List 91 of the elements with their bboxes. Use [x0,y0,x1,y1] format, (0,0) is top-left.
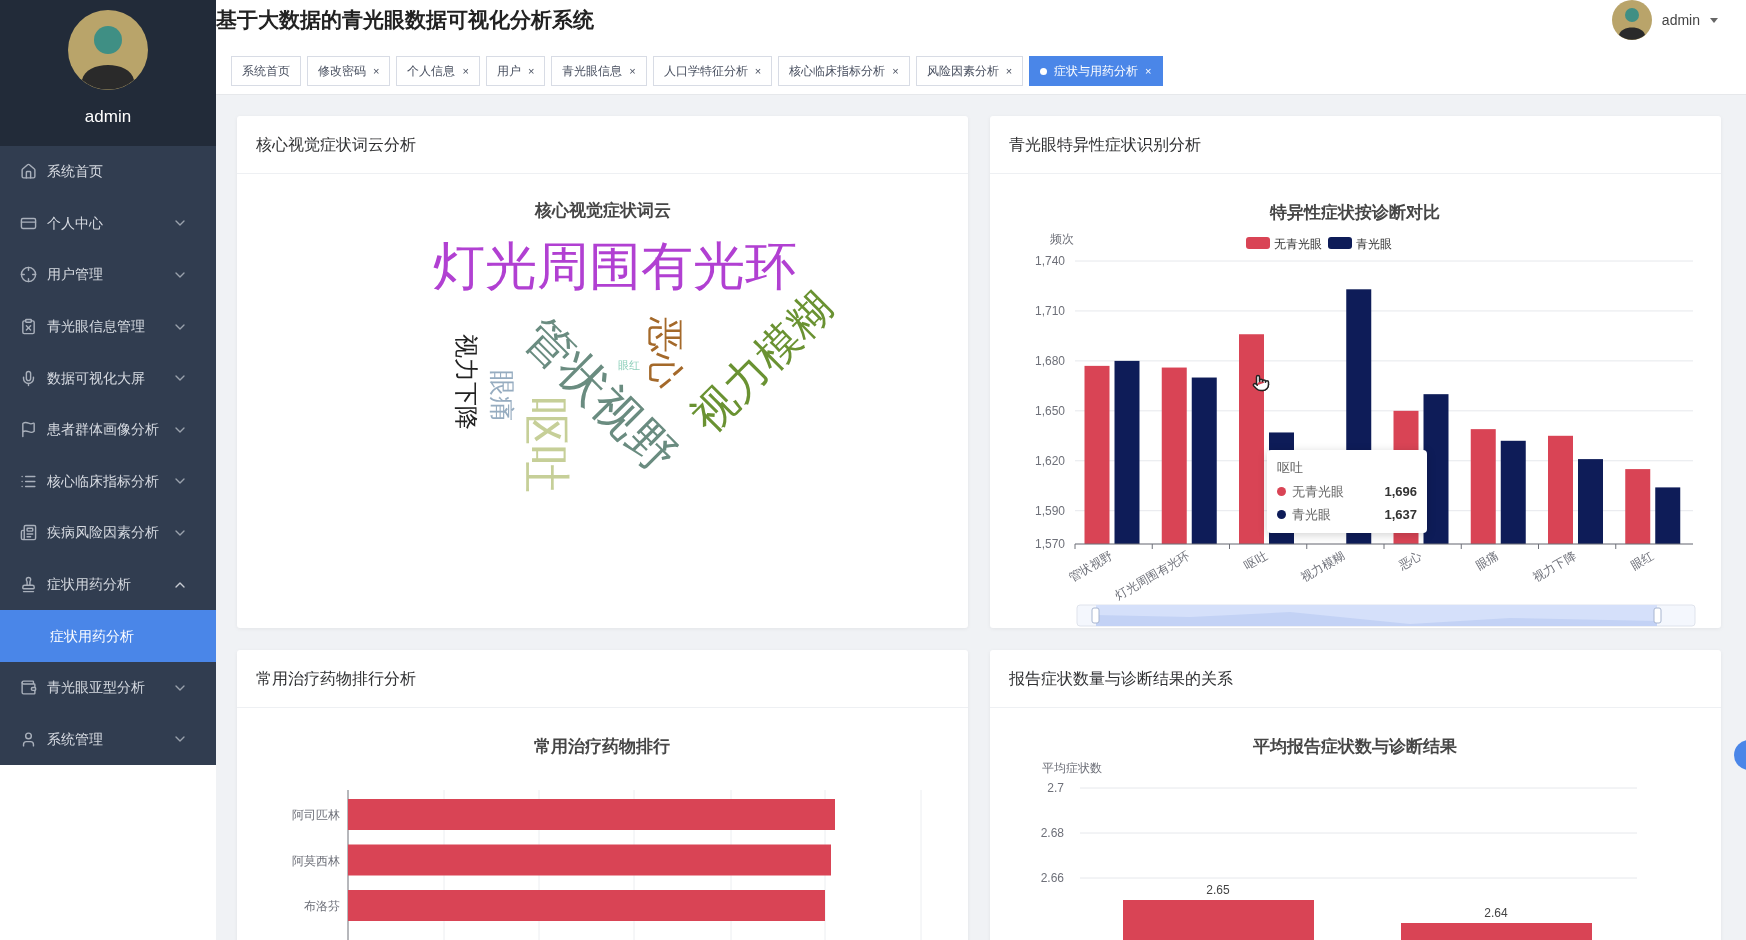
tooltip-value: 1,696 [1384,482,1417,501]
menu-item[interactable]: 青光眼信息管理 [0,300,216,353]
tab[interactable]: 系统首页 [231,56,301,86]
tab[interactable]: 人口学特征分析 × [652,56,773,86]
tab-close[interactable]: × [373,62,380,80]
tooltip-value: 1,637 [1384,506,1417,524]
user-icon [20,730,37,748]
tooltip-series: 青光眼 [1292,506,1332,524]
tab-close[interactable]: × [462,62,469,80]
cloud-word: 恶心 [647,317,683,389]
range-slider[interactable] [1076,604,1696,627]
axis-category-label: 视力模糊 [1298,548,1347,585]
legend-label: 无青光眼 [1274,237,1322,251]
tab-close[interactable]: × [892,62,899,80]
axis-tick-label: 1,680 [1034,353,1065,368]
clipboard-icon [20,318,37,336]
user-menu[interactable]: admin [1661,9,1700,31]
axis-category-label: 呕吐 [1241,548,1270,573]
legend-item[interactable]: 青光眼 [1328,237,1392,251]
tab[interactable]: 个人信息 × [396,56,480,86]
user-name: admin [84,106,132,128]
menu-item[interactable]: 疾病风险因素分析 [0,507,216,559]
axis-category-label: 眼红 [1628,548,1656,573]
caret-icon [1710,17,1718,23]
microphone-icon [20,369,37,387]
data-label: 2.65 [1206,883,1230,897]
cloud-word: 眼痛 [489,370,515,422]
card-title: 青光眼特异性症状识别分析 [1009,134,1201,155]
flag-icon [20,421,37,439]
card-title: 报告症状数量与诊断结果的关系 [1009,668,1233,689]
axis-category-label: 阿司匹林 [292,808,340,822]
axis-tick-label: 1,590 [1034,503,1065,518]
axis-tick-label: 1,620 [1034,453,1065,468]
tooltip-series: 无青光眼 [1292,482,1345,501]
tab-close[interactable]: × [629,62,636,80]
legend-label: 青光眼 [1356,237,1392,251]
axis-title: 平均症状数 [1042,761,1102,775]
menu-item[interactable]: 青光眼亚型分析 [0,661,216,714]
cloud-word: 眼红 [618,359,640,371]
legend-item[interactable]: 无青光眼 [1246,237,1322,251]
tab[interactable]: 青光眼信息 × [551,56,647,86]
chart-title: 核心视觉症状词云 [534,200,671,222]
newspaper-icon [20,524,37,542]
tab[interactable]: 风险因素分析 × [915,56,1024,86]
axis-tick-label: 1,710 [1034,303,1065,318]
tab-close[interactable]: × [1005,62,1013,80]
menu-item[interactable]: 患者群体画像分析 [0,403,216,456]
axis-tick-label: 1,650 [1034,403,1065,418]
avatar [1611,0,1652,40]
data-label: 2.64 [1484,906,1508,920]
cloud-word: 视力下降 [454,334,478,430]
menu-item[interactable]: 个人中心 [0,197,216,250]
card-title: 常用治疗药物排行分析 [256,668,416,689]
card-title: 核心视觉症状词云分析 [256,134,416,155]
axis-tick-label: 1,740 [1034,254,1065,268]
menu-item[interactable]: 系统首页 [0,146,216,198]
tab[interactable]: 用户 × [485,56,546,86]
menu-item[interactable]: 核心临床指标分析 [0,455,216,508]
submenu-item[interactable]: 症状用药分析 [0,610,216,662]
crosshair-icon [20,266,37,284]
menu-item[interactable]: 用户管理 [0,249,216,301]
axis-title: 频次 [1050,232,1074,246]
bar [1655,487,1681,544]
menu-item[interactable]: 系统管理 [0,713,216,766]
axis-tick-label: 2.68 [1040,826,1064,840]
menu-item[interactable]: 症状用药分析 [0,558,216,611]
axis-category-label: 阿莫西林 [292,853,340,868]
chart-title: 特异性症状按诊断对比 [1270,203,1440,222]
tab[interactable]: 核心临床指标分析 × [778,56,910,86]
axis-tick-label: 2.7 [1047,781,1064,795]
tab-close[interactable]: × [527,62,535,80]
axis-category-label: 视力下降 [1530,548,1579,585]
menu-item[interactable]: 数据可视化大屏 [0,352,216,404]
tab[interactable]: 症状与用药分析 × [1029,56,1163,86]
axis-category-label: 布洛芬 [304,899,340,913]
axis-category-label: 恶心 [1396,548,1425,573]
tooltip-title: 呕吐 [1277,459,1304,477]
axis-category-label: 眼痛 [1473,548,1502,573]
tab-close[interactable]: × [754,62,762,80]
chart-title: 平均报告症状数与诊断结果 [1253,737,1457,756]
stamp-icon [20,576,37,594]
chart-title: 常用治疗药物排行 [534,737,670,756]
axis-tick-label: 1,570 [1034,537,1065,551]
house-icon [20,163,37,181]
wallet-icon [20,679,37,697]
tab[interactable]: 修改密码 × [307,56,391,86]
cloud-word: 灯光周围有光环 [433,240,797,292]
pointer-cursor-icon [1252,374,1270,392]
app-title: 基于大数据的青光眼数据可视化分析系统 [216,7,594,33]
tab-close[interactable]: × [1145,62,1152,80]
axis-tick-label: 2.66 [1040,871,1064,885]
